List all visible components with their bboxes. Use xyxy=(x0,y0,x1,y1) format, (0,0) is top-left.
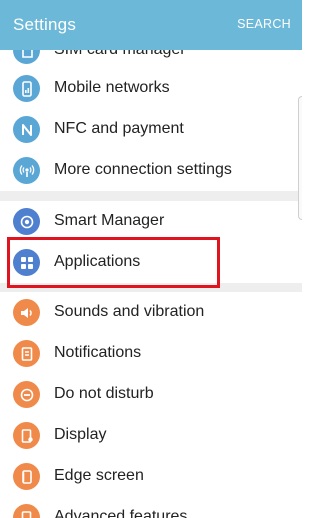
settings-item-sounds-and-vibration[interactable]: Sounds and vibration xyxy=(0,292,302,333)
notification-icon xyxy=(13,340,40,367)
settings-item-label: Applications xyxy=(54,253,141,270)
settings-list: SIM card manager Mobile networks NFC and… xyxy=(0,0,302,518)
settings-item-label: Display xyxy=(54,426,107,443)
search-button[interactable]: SEARCH xyxy=(237,17,291,31)
smart-manager-icon xyxy=(13,208,40,235)
page-title: Settings xyxy=(13,15,77,34)
settings-item-nfc-and-payment[interactable]: NFC and payment xyxy=(0,109,302,150)
settings-item-label: Edge screen xyxy=(54,467,144,484)
settings-item-do-not-disturb[interactable]: Do not disturb xyxy=(0,374,302,415)
edge-panel-handle[interactable] xyxy=(298,96,302,220)
settings-item-edge-screen[interactable]: Edge screen xyxy=(0,456,302,497)
settings-item-applications[interactable]: Applications xyxy=(0,242,302,283)
advanced-features-icon xyxy=(13,504,40,518)
display-icon xyxy=(13,422,40,449)
speaker-icon xyxy=(13,299,40,326)
nfc-icon xyxy=(13,116,40,143)
mobile-network-icon xyxy=(13,75,40,102)
applications-icon xyxy=(13,249,40,276)
settings-item-label: Sounds and vibration xyxy=(54,303,205,320)
app-bar: Settings SEARCH xyxy=(0,0,302,50)
settings-item-label: More connection settings xyxy=(54,161,232,178)
settings-item-advanced-features[interactable]: Advanced features xyxy=(0,497,302,518)
settings-item-smart-manager[interactable]: Smart Manager xyxy=(0,201,302,242)
settings-item-notifications[interactable]: Notifications xyxy=(0,333,302,374)
settings-item-more-connection-settings[interactable]: More connection settings xyxy=(0,150,302,191)
connection-icon xyxy=(13,157,40,184)
settings-item-label: Mobile networks xyxy=(54,79,170,96)
settings-item-label: Advanced features xyxy=(54,508,188,518)
do-not-disturb-icon xyxy=(13,381,40,408)
settings-item-display[interactable]: Display xyxy=(0,415,302,456)
settings-item-mobile-networks[interactable]: Mobile networks xyxy=(0,68,302,109)
settings-item-label: Smart Manager xyxy=(54,212,165,229)
edge-screen-icon xyxy=(13,463,40,490)
group-separator xyxy=(0,191,302,201)
settings-item-label: Notifications xyxy=(54,344,142,361)
settings-item-label: Do not disturb xyxy=(54,385,154,402)
settings-item-label: NFC and payment xyxy=(54,120,184,137)
